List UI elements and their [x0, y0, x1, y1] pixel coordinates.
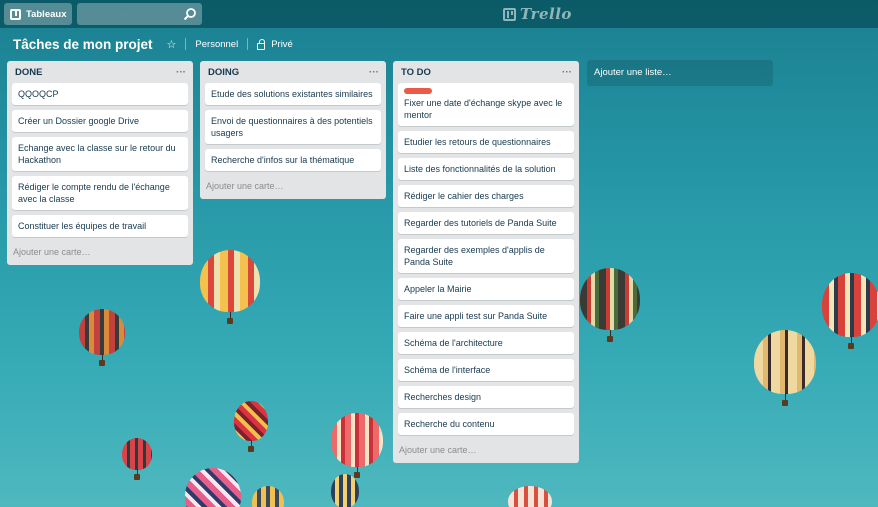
balloon-image: [79, 309, 125, 366]
header-divider: [185, 38, 187, 50]
card[interactable]: Regarder des tutoriels de Panda Suite: [398, 212, 574, 234]
top-navigation-bar: Tableaux Trello: [0, 0, 878, 28]
list-header: TO DO ···: [398, 61, 574, 83]
list-header: DOING ···: [205, 61, 381, 83]
add-list-button[interactable]: Ajouter une liste…: [587, 60, 773, 86]
balloon-image: [200, 250, 260, 324]
balloon-image: [234, 401, 268, 452]
card[interactable]: Liste des fonctionnalités de la solution: [398, 158, 574, 180]
card-label: [404, 88, 432, 94]
list-title[interactable]: DONE: [15, 67, 42, 78]
search-icon[interactable]: [183, 7, 197, 21]
card[interactable]: Recherche d'infos sur la thématique: [205, 149, 381, 171]
balloon-image: [122, 438, 152, 480]
balloon-image: [754, 330, 816, 406]
list-title[interactable]: DOING: [208, 67, 239, 78]
balloon-image: [580, 268, 640, 342]
add-card-button[interactable]: Ajouter une carte…: [398, 440, 574, 457]
card[interactable]: Constituer les équipes de travail: [12, 215, 188, 237]
card[interactable]: Regarder des exemples d'applis de Panda …: [398, 239, 574, 273]
header-divider: [247, 38, 249, 50]
list-menu-icon[interactable]: ···: [369, 67, 379, 78]
card[interactable]: Envoi de questionnaires à des potentiels…: [205, 110, 381, 144]
card[interactable]: Fixer une date d'échange skype avec le m…: [398, 83, 574, 126]
balloon-image: [331, 413, 383, 478]
lock-icon: [257, 38, 266, 50]
card[interactable]: Recherches design: [398, 386, 574, 408]
team-button[interactable]: Personnel: [195, 39, 238, 50]
card[interactable]: Etude des solutions existantes similaire…: [205, 83, 381, 105]
add-card-button[interactable]: Ajouter une carte…: [205, 176, 381, 193]
boards-button-label: Tableaux: [26, 8, 67, 20]
card[interactable]: Schéma de l'interface: [398, 359, 574, 381]
boards-button[interactable]: Tableaux: [4, 3, 73, 25]
star-icon[interactable]: ☆: [167, 38, 177, 51]
list-menu-icon[interactable]: ···: [562, 67, 572, 78]
trello-logo-text: Trello: [520, 5, 572, 23]
board-header: Tâches de mon projet ☆ Personnel Privé: [0, 32, 878, 56]
card[interactable]: Schéma de l'architecture: [398, 332, 574, 354]
card[interactable]: Créer un Dossier google Drive: [12, 110, 188, 132]
card-text: Fixer une date d'échange skype avec le m…: [404, 98, 563, 120]
card[interactable]: Etudier les retours de questionnaires: [398, 131, 574, 153]
balloon-image: [185, 468, 241, 507]
search-input[interactable]: [77, 3, 203, 25]
add-card-button[interactable]: Ajouter une carte…: [12, 242, 188, 259]
list-to-do: TO DO ··· Fixer une date d'échange skype…: [393, 61, 579, 463]
card[interactable]: Echange avec la classe sur le retour du …: [12, 137, 188, 171]
balloon-image: [331, 474, 359, 507]
list-doing: DOING ··· Etude des solutions existantes…: [200, 61, 386, 199]
list-title[interactable]: TO DO: [401, 67, 431, 78]
boards-icon: [10, 8, 21, 20]
list-header: DONE ···: [12, 61, 188, 83]
trello-logo-icon: [503, 7, 516, 21]
balloon-image: [822, 273, 878, 349]
balloon-image: [508, 486, 552, 507]
card[interactable]: QQOQCP: [12, 83, 188, 105]
card[interactable]: Recherche du contenu: [398, 413, 574, 435]
list-menu-icon[interactable]: ···: [176, 67, 186, 78]
card[interactable]: Faire une appli test sur Panda Suite: [398, 305, 574, 327]
board-title[interactable]: Tâches de mon projet: [13, 37, 153, 52]
card[interactable]: Rédiger le cahier des charges: [398, 185, 574, 207]
trello-logo[interactable]: Trello: [503, 5, 572, 23]
list-done: DONE ··· QQOQCP Créer un Dossier google …: [7, 61, 193, 265]
balloon-image: [252, 486, 284, 507]
visibility-button[interactable]: Privé: [271, 39, 293, 50]
card[interactable]: Rédiger le compte rendu de l'échange ave…: [12, 176, 188, 210]
card[interactable]: Appeler la Mairie: [398, 278, 574, 300]
